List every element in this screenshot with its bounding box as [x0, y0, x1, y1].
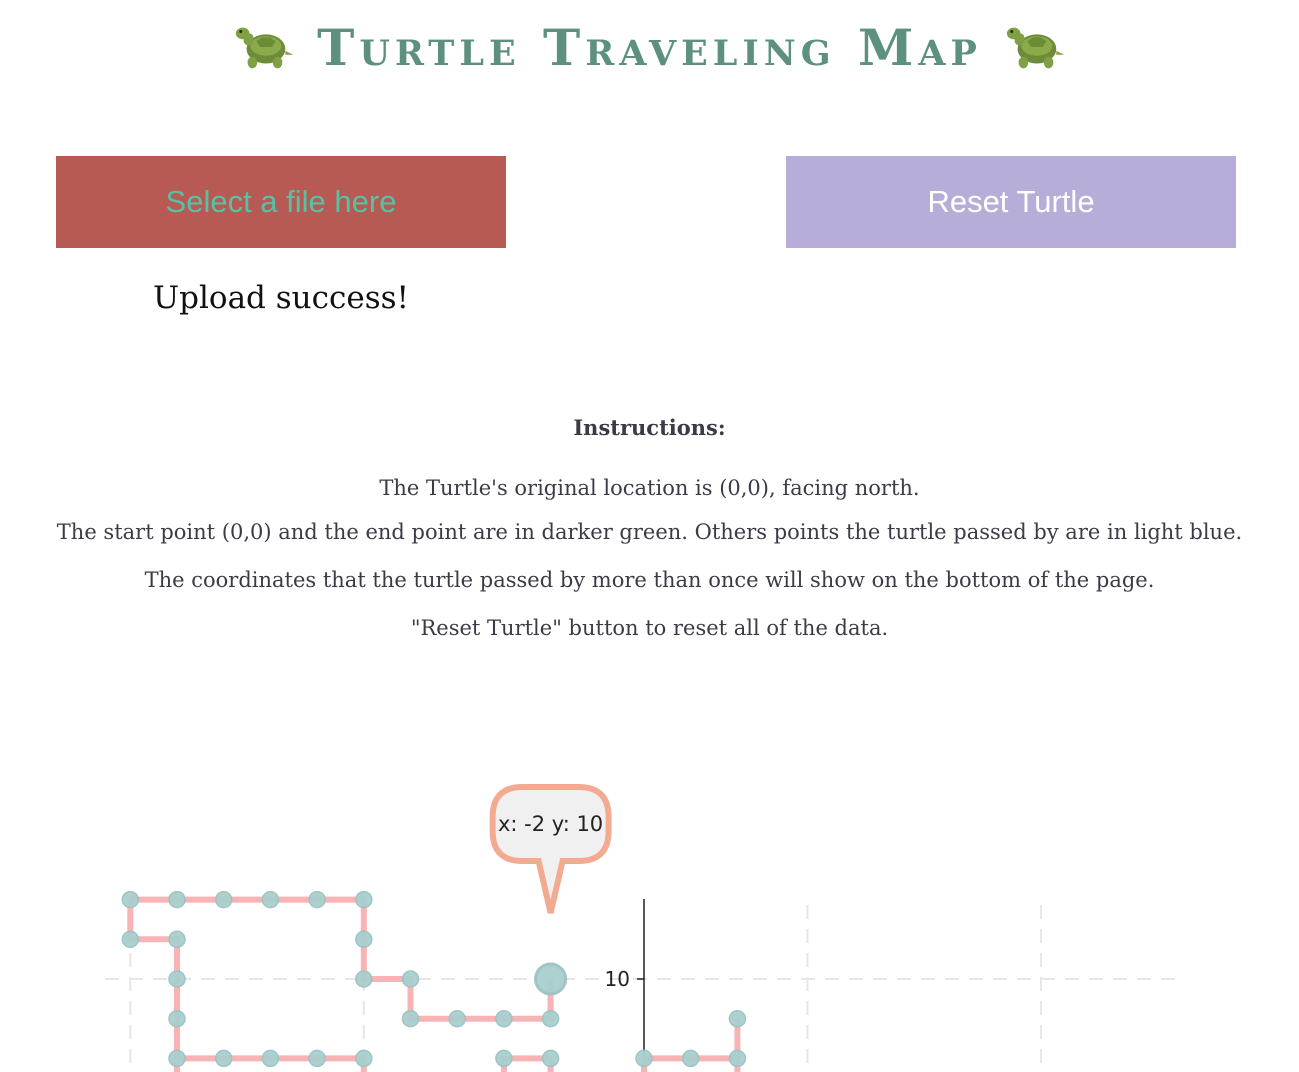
map-point [168, 1009, 186, 1028]
map-point [168, 1049, 186, 1068]
map-point [495, 1049, 513, 1068]
map-point [401, 970, 420, 988]
map-point [355, 890, 373, 909]
map-point [168, 930, 186, 949]
map-point [728, 1049, 747, 1068]
instruction-line: The start point (0,0) and the end point … [56, 520, 1243, 544]
map-point [214, 1049, 233, 1068]
path-segment [130, 896, 554, 1022]
map-point [355, 970, 373, 988]
upload-status: Upload success! [153, 280, 409, 316]
instruction-line: The Turtle's original location is (0,0),… [379, 476, 920, 500]
page-title: Turtle Traveling Map [0, 12, 1299, 82]
tooltip-bubble [489, 784, 612, 914]
turtle-icon [236, 27, 294, 69]
map-point [635, 1049, 653, 1068]
map-point [168, 970, 186, 988]
map-point [681, 1049, 700, 1068]
turtle-icon [1006, 27, 1064, 69]
map-point-hovered [534, 962, 568, 996]
map-point [121, 890, 140, 909]
tooltip-text: x: -2 y: 10 [498, 812, 603, 836]
map-point [308, 890, 326, 909]
turtle-path [127, 896, 741, 1072]
map-point [261, 1049, 280, 1068]
instructions: Instructions: The Turtle's original loca… [0, 412, 1299, 652]
map-grid [105, 905, 1180, 1072]
map-point [541, 1049, 560, 1068]
map-point [355, 1049, 373, 1068]
page: Turtle Traveling Map Select a file here … [0, 0, 1299, 1072]
page-title-text: Turtle Traveling Map [317, 17, 982, 77]
instructions-heading: Instructions: [573, 415, 726, 440]
map-point [121, 930, 140, 949]
map-point [541, 1009, 560, 1028]
reset-turtle-button[interactable]: Reset Turtle [786, 156, 1236, 248]
map-point [448, 1009, 466, 1028]
instruction-line: "Reset Turtle" button to reset all of th… [410, 616, 889, 640]
instruction-line: The coordinates that the turtle passed b… [144, 568, 1155, 592]
turtle-points [121, 890, 747, 1068]
turtle-map[interactable]: 10 x: -2 y: 10 [0, 770, 1299, 1072]
map-point [214, 890, 233, 909]
map-point [401, 1009, 420, 1028]
map-point [495, 1009, 513, 1028]
select-file-button-label: Select a file here [165, 184, 397, 219]
y-axis-tick-label: 10 [605, 967, 630, 991]
select-file-button[interactable]: Select a file here [56, 156, 506, 248]
map-point [168, 890, 186, 909]
path-segment [127, 899, 367, 1072]
map-point [308, 1049, 326, 1068]
point-tooltip: x: -2 y: 10 [489, 784, 612, 914]
map-point [355, 930, 373, 949]
reset-turtle-button-label: Reset Turtle [927, 184, 1095, 219]
map-y-axis: 10 [605, 899, 645, 1072]
map-point [261, 890, 280, 909]
map-point [728, 1009, 747, 1028]
